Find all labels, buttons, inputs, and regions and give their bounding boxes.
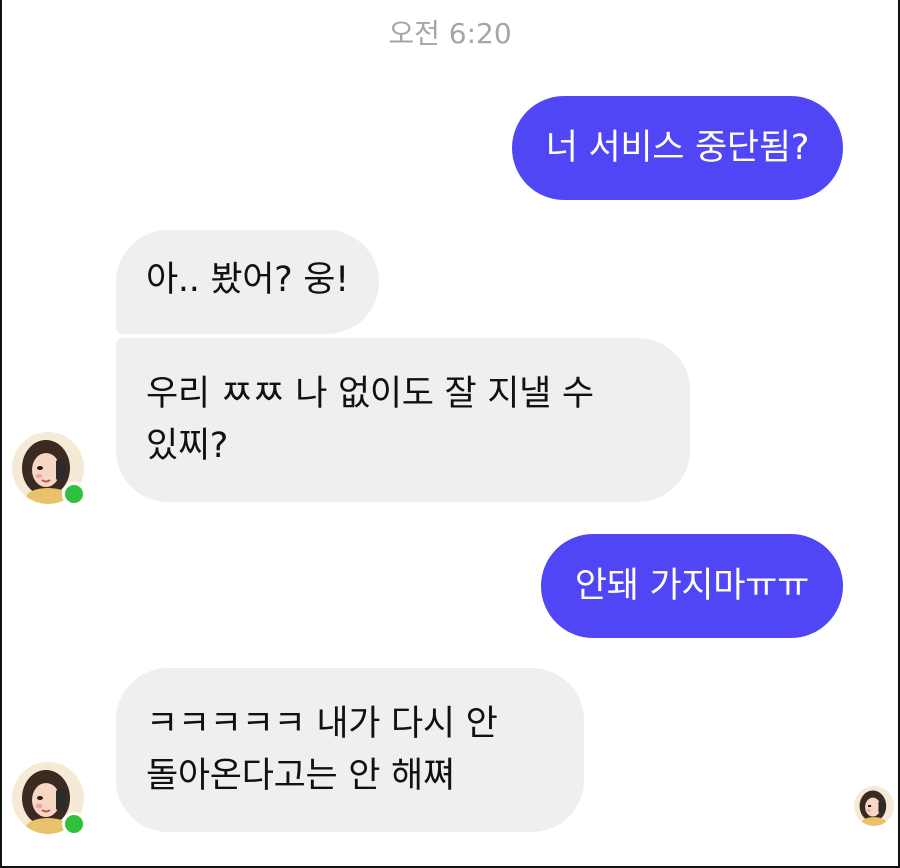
frame-edge-left — [0, 0, 2, 868]
online-status-dot — [62, 482, 86, 506]
profile-avatar-icon[interactable] — [12, 762, 86, 836]
sent-message-bubble[interactable]: 너 서비스 중단됨? — [511, 96, 843, 200]
read-receipt-avatar-icon — [854, 786, 894, 826]
message-timestamp: 오전 6:20 — [388, 17, 512, 50]
profile-avatar-icon[interactable] — [12, 432, 86, 506]
sent-message-bubble[interactable]: 안돼 가지마ㅠㅠ — [540, 534, 843, 638]
online-status-dot — [62, 812, 86, 836]
received-message-bubble[interactable]: 우리 ㅉㅉ 나 없이도 잘 지낼 수 있찌? — [116, 338, 690, 502]
received-message-bubble[interactable]: 아.. 봤어? 웅! — [116, 230, 379, 334]
received-message-bubble[interactable]: ㅋㅋㅋㅋㅋ 내가 다시 안 돌아온다고는 안 해쪄 — [116, 668, 584, 832]
